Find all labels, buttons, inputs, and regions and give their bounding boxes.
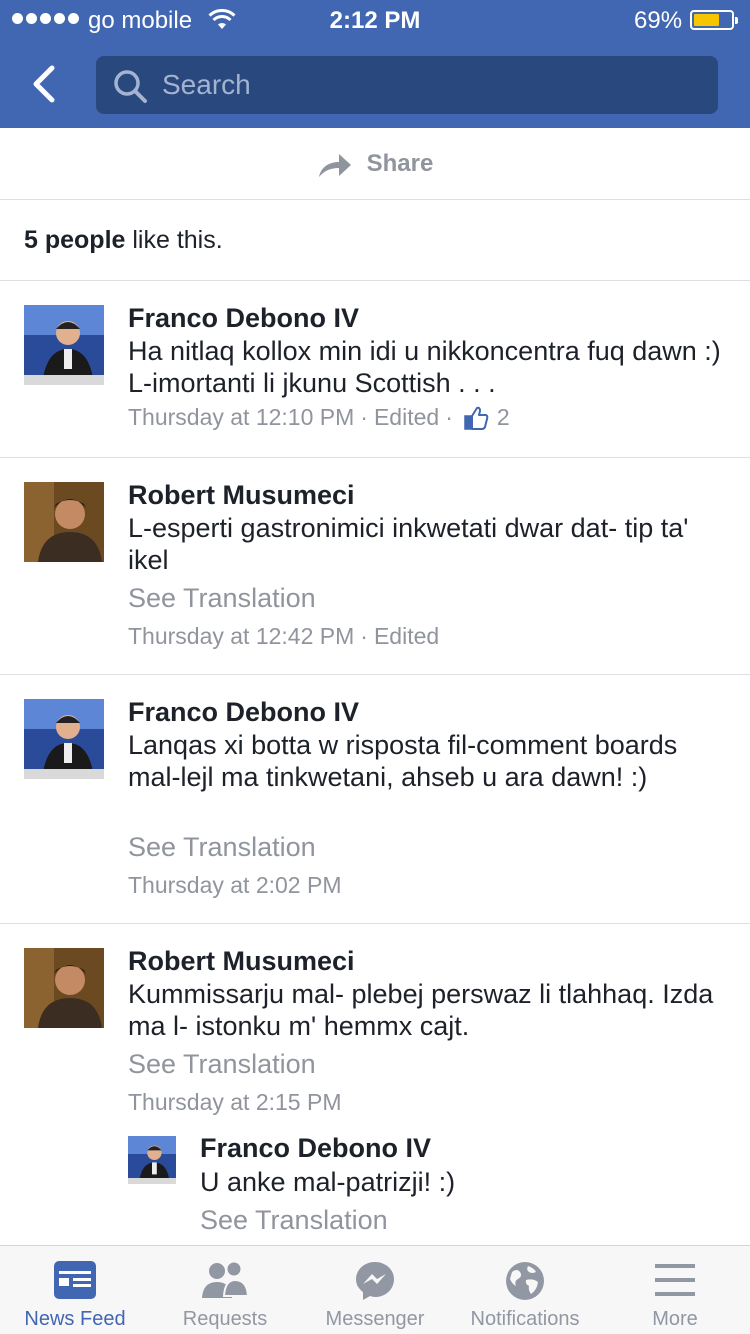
tab-label: Requests [182,1308,268,1330]
battery-icon [690,10,738,30]
comment-text: Kummissarju mal- plebej perswaz li tlahh… [128,979,714,1041]
comment-meta: Thursday at 12:10 PM · Edited · 2 [128,404,510,431]
reply-text: U anke mal-patrizji! :) [200,1167,456,1197]
globe-icon [506,1262,544,1300]
comment-timestamp[interactable]: Thursday at 12:10 PM [128,404,354,431]
comment-author[interactable]: Robert Musumeci [128,480,355,511]
tab-more[interactable]: More [600,1246,750,1334]
see-translation-link[interactable]: See Translation [200,1205,388,1236]
search-icon [114,70,147,103]
comment-author[interactable]: Franco Debono IV [128,303,359,334]
tab-news-feed[interactable]: News Feed [0,1246,150,1334]
reply-author[interactable]: Franco Debono IV [200,1133,431,1164]
avatar-robert[interactable] [24,482,104,562]
avatar-franco[interactable] [24,305,104,385]
see-translation-link[interactable]: See Translation [128,583,316,614]
comment-item: Franco Debono IV Ha nitlaq kollox min id… [0,281,750,458]
see-translation-link[interactable]: See Translation [128,1049,316,1080]
status-bar: go mobile 2:12 PM 69% [0,0,750,40]
tab-label: Messenger [325,1308,425,1330]
tab-messenger[interactable]: Messenger [300,1246,450,1334]
friend-requests-icon [202,1260,250,1298]
comment-author[interactable]: Franco Debono IV [128,697,359,728]
comment-meta: Thursday at 2:15 PM [128,1089,342,1116]
comment-timestamp[interactable]: Thursday at 2:02 PM [128,872,342,899]
comment-author[interactable]: Robert Musumeci [128,946,355,977]
messenger-icon [356,1262,394,1300]
see-translation-link[interactable]: See Translation [128,832,316,863]
comment-like-count[interactable]: 2 [497,404,510,431]
avatar-franco[interactable] [24,699,104,779]
like-thumb-icon[interactable] [463,405,489,431]
comment-item: Franco Debono IV Lanqas xi botta w rispo… [0,675,750,924]
avatar-franco[interactable] [128,1136,176,1184]
menu-icon [655,1264,695,1296]
likes-summary[interactable]: 5 people like this. [0,200,750,281]
comment-text: L-esperti gastronimici inkwetati dwar da… [128,513,689,575]
comment-edited-label[interactable]: Edited [374,404,439,431]
comment-text: Ha nitlaq kollox min idi u nikkoncentra … [128,336,721,398]
comment-item: Robert Musumeci Kummissarju mal- plebej … [0,924,750,1245]
comment-text: Lanqas xi botta w risposta fil-comment b… [128,730,678,792]
search-input[interactable] [162,64,702,106]
likes-count: 5 people [24,226,126,254]
tab-requests[interactable]: Requests [150,1246,300,1334]
tab-label: More [652,1308,698,1330]
chevron-left-icon [33,65,55,103]
share-arrow-icon [318,153,351,177]
top-bar: go mobile 2:12 PM 69% [0,0,750,128]
tab-label: Notifications [470,1308,580,1330]
search-bar[interactable] [96,56,718,114]
tab-notifications[interactable]: Notifications [450,1246,600,1334]
comment-timestamp[interactable]: Thursday at 12:42 PM [128,623,354,650]
comment-item: Robert Musumeci L-esperti gastronimici i… [0,458,750,675]
bottom-tab-bar: News Feed Requests Messenger Notificatio… [0,1245,750,1334]
comment-meta: Thursday at 12:42 PM · Edited [128,623,440,650]
news-feed-icon [54,1261,96,1299]
back-button[interactable] [22,62,66,106]
comment-edited-label[interactable]: Edited [374,623,439,650]
comment-timestamp[interactable]: Thursday at 2:15 PM [128,1089,342,1116]
share-label: Share [366,149,434,177]
share-button[interactable]: Share [0,128,750,200]
comment-meta: Thursday at 2:02 PM [128,872,342,899]
tab-label: News Feed [24,1308,126,1330]
avatar-robert[interactable] [24,948,104,1028]
battery-percentage: 69% [634,7,683,34]
likes-suffix: like this. [125,226,223,254]
